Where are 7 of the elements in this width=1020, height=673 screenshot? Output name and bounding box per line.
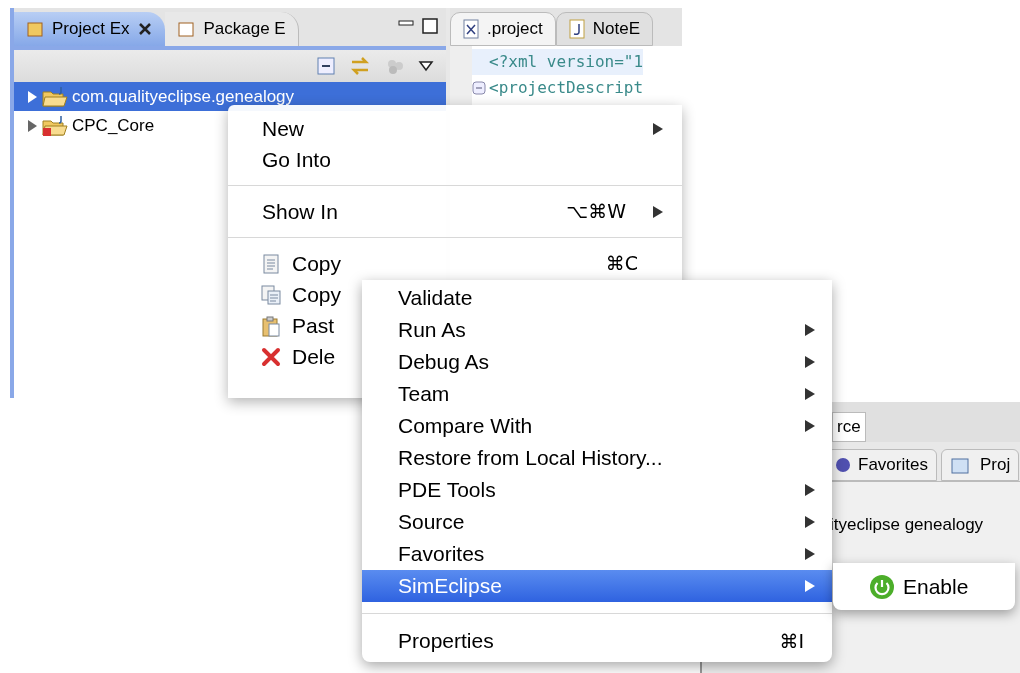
project-name: CPC_Core [72,114,155,137]
code-line: <projectDescript [489,77,644,99]
project-name: com.qualityeclipse.genealogy [72,85,295,108]
shortcut-text: ⌥⌘W [566,199,626,225]
shortcut-text: ⌘I [779,628,804,654]
code-line: <?xml version="1 [489,51,644,73]
shortcut-text: ⌘C [605,251,638,277]
